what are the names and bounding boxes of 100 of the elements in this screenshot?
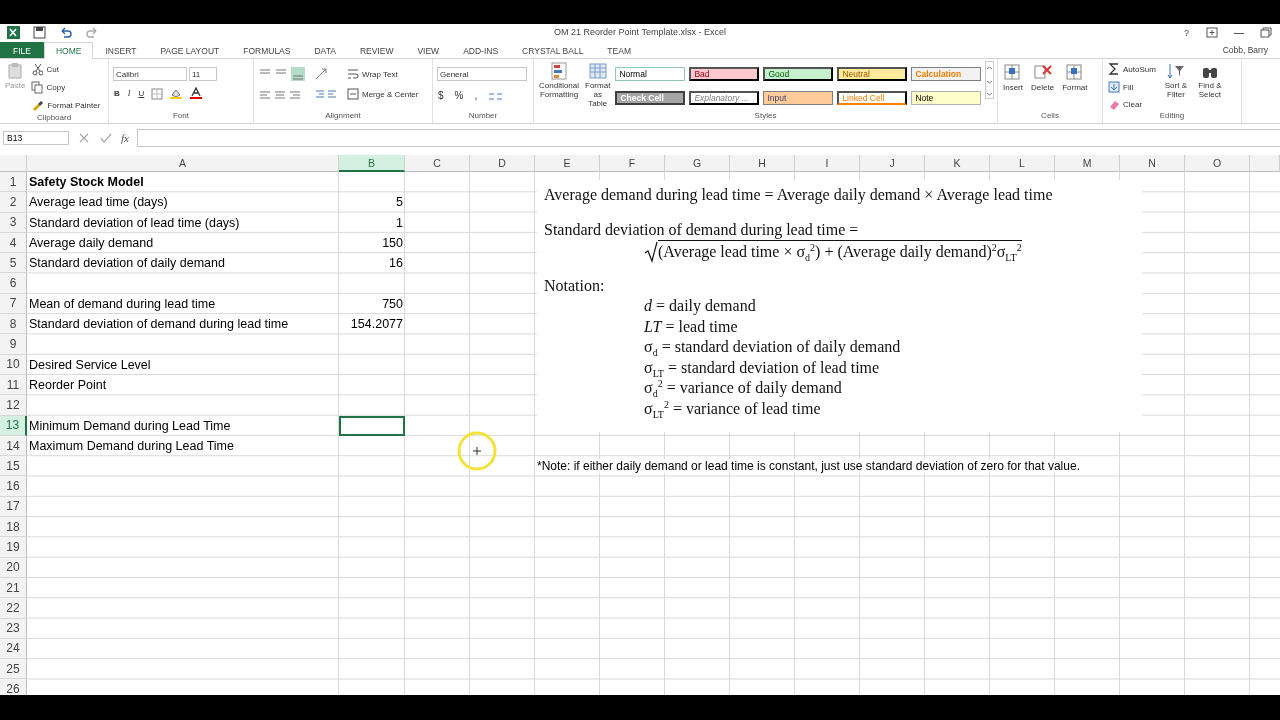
row-header[interactable]: 12 — [0, 395, 27, 416]
help-button[interactable]: ? — [1183, 27, 1190, 39]
ribbon-tab[interactable]: VIEW — [405, 42, 452, 58]
column-header[interactable]: B — [339, 155, 405, 172]
cell-style[interactable]: Normal — [615, 67, 686, 81]
cell-style[interactable]: Bad — [689, 67, 760, 81]
ribbon-tab[interactable]: FORMULAS — [231, 42, 303, 58]
row-header[interactable]: 8 — [0, 314, 27, 335]
equation-text: Average demand during lead time = Average daily demand × Average lead time — [544, 185, 1054, 206]
row-header[interactable]: 22 — [0, 598, 27, 619]
notation-line: σ$_{d}$$^{2}$ = variance of daily demand — [644, 378, 843, 399]
group-label: Editing — [1159, 111, 1185, 120]
clear-button[interactable]: Clear — [1107, 97, 1157, 111]
group-label: Clipboard — [36, 113, 72, 122]
name-box[interactable]: B13 — [3, 131, 69, 145]
column-header[interactable]: E — [535, 155, 600, 172]
ribbon-tab[interactable]: PAGE LAYOUT — [148, 42, 232, 58]
column-header[interactable]: M — [1055, 155, 1120, 172]
ribbon-tab[interactable]: HOME — [43, 42, 94, 59]
row-header[interactable]: 25 — [0, 659, 27, 680]
font-size-field[interactable]: 11 — [189, 67, 217, 81]
row-header[interactable]: 26 — [0, 679, 27, 695]
ribbon-tab[interactable]: INSERT — [93, 42, 149, 58]
cell-text: Standard deviation of lead time (days) — [28, 214, 241, 232]
row-header[interactable]: 21 — [0, 577, 27, 599]
column-header[interactable]: D — [470, 155, 535, 172]
row-header[interactable]: 10 — [0, 354, 27, 375]
window-title: OM 21 Reorder Point Template.xlsx - Excel — [554, 27, 726, 37]
comma-button[interactable]: , — [473, 89, 479, 102]
cell-value: 154.2077 — [349, 316, 404, 334]
row-header[interactable]: 19 — [0, 537, 27, 558]
ribbon-tab[interactable]: ADD-INS — [451, 42, 511, 58]
cell-value: 150 — [381, 235, 404, 253]
sort-filter-button[interactable]: Sort & Filter — [1160, 61, 1191, 111]
bold-button[interactable]: B — [113, 88, 121, 99]
autosum-button[interactable]: AutoSum — [1107, 61, 1157, 77]
column-header[interactable]: O — [1185, 155, 1250, 172]
column-header[interactable]: L — [990, 155, 1055, 172]
cells-button[interactable]: Format — [1061, 61, 1089, 111]
ribbon-tab[interactable]: FILE — [0, 42, 44, 58]
row-header[interactable]: 15 — [0, 456, 27, 477]
ribbon-tab[interactable]: REVIEW — [347, 42, 406, 58]
row-header[interactable]: 5 — [0, 253, 27, 274]
cells-button[interactable]: Insert — [1002, 61, 1024, 111]
row-header[interactable]: 23 — [0, 618, 27, 639]
cell-style[interactable]: Good — [763, 67, 834, 81]
insert-function-button[interactable]: fx — [121, 132, 129, 144]
currency-button[interactable]: $ — [437, 89, 445, 102]
cell-style[interactable]: Explanatory ... — [689, 90, 760, 105]
row-header[interactable]: 24 — [0, 638, 27, 660]
italic-button[interactable]: I — [126, 88, 132, 99]
column-header[interactable]: C — [405, 155, 470, 172]
cells-button[interactable]: Delete — [1030, 61, 1056, 111]
column-header[interactable]: I — [795, 155, 860, 172]
row-header[interactable]: 17 — [0, 496, 27, 518]
fill-button[interactable]: Fill — [1107, 80, 1157, 94]
ribbon-tab[interactable]: CRYSTAL BALL — [510, 42, 596, 58]
row-header[interactable]: 2 — [0, 192, 27, 213]
conditional-formatting-button[interactable]: Conditional Formatting — [538, 61, 581, 111]
cell-style[interactable]: Input — [763, 90, 834, 105]
user-name[interactable]: Cobb, Barry — [1222, 45, 1268, 55]
format-painter-button[interactable]: Format Painter — [30, 98, 102, 113]
column-header[interactable]: G — [665, 155, 730, 172]
cut-button[interactable]: Cut — [30, 61, 102, 77]
row-header[interactable]: 13 — [0, 415, 27, 436]
underline-button[interactable]: U — [137, 88, 146, 99]
row-header[interactable]: 7 — [0, 293, 27, 315]
row-header[interactable]: 16 — [0, 476, 27, 497]
cell-text: Reorder Point — [28, 377, 108, 395]
row-header[interactable]: 18 — [0, 517, 27, 538]
row-header[interactable]: 9 — [0, 334, 27, 355]
row-header[interactable]: 20 — [0, 557, 27, 578]
percent-button[interactable]: % — [453, 89, 465, 102]
note-text: *Note: if either daily demand or lead time is constant, just use standard deviation of zero for that value. — [537, 459, 1080, 474]
row-header[interactable]: 3 — [0, 212, 27, 233]
row-header[interactable]: 6 — [0, 273, 27, 294]
cell-style[interactable]: Note — [911, 90, 982, 105]
column-header[interactable]: N — [1120, 155, 1185, 172]
column-header[interactable]: A — [27, 155, 339, 172]
ribbon-tab[interactable]: TEAM — [595, 42, 643, 58]
cell-text: Average lead time (days) — [28, 194, 169, 212]
column-header[interactable]: K — [925, 155, 990, 172]
copy-button[interactable]: Copy — [30, 80, 102, 95]
cell-value: 16 — [388, 255, 404, 273]
row-header[interactable]: 14 — [0, 435, 27, 457]
cell-value: 5 — [395, 194, 404, 212]
ribbon-tab[interactable]: DATA — [302, 42, 348, 58]
row-header[interactable]: 1 — [0, 172, 27, 193]
column-header[interactable]: J — [860, 155, 925, 172]
find-select-button[interactable]: Find & Select — [1194, 61, 1225, 111]
column-header[interactable]: F — [600, 155, 665, 172]
cell-style[interactable]: Neutral — [837, 67, 908, 81]
row-header[interactable]: 11 — [0, 374, 27, 396]
font-name-field[interactable]: Calibri — [113, 67, 187, 81]
row-header[interactable]: 4 — [0, 232, 27, 254]
wrap-text-button[interactable]: Wrap Text — [346, 67, 420, 81]
format-as-table-button[interactable]: Format as Table — [584, 61, 612, 111]
column-header[interactable]: H — [730, 155, 795, 172]
merge-center-button[interactable]: Merge & Center — [346, 87, 420, 101]
number-format-field[interactable]: General — [437, 67, 527, 81]
